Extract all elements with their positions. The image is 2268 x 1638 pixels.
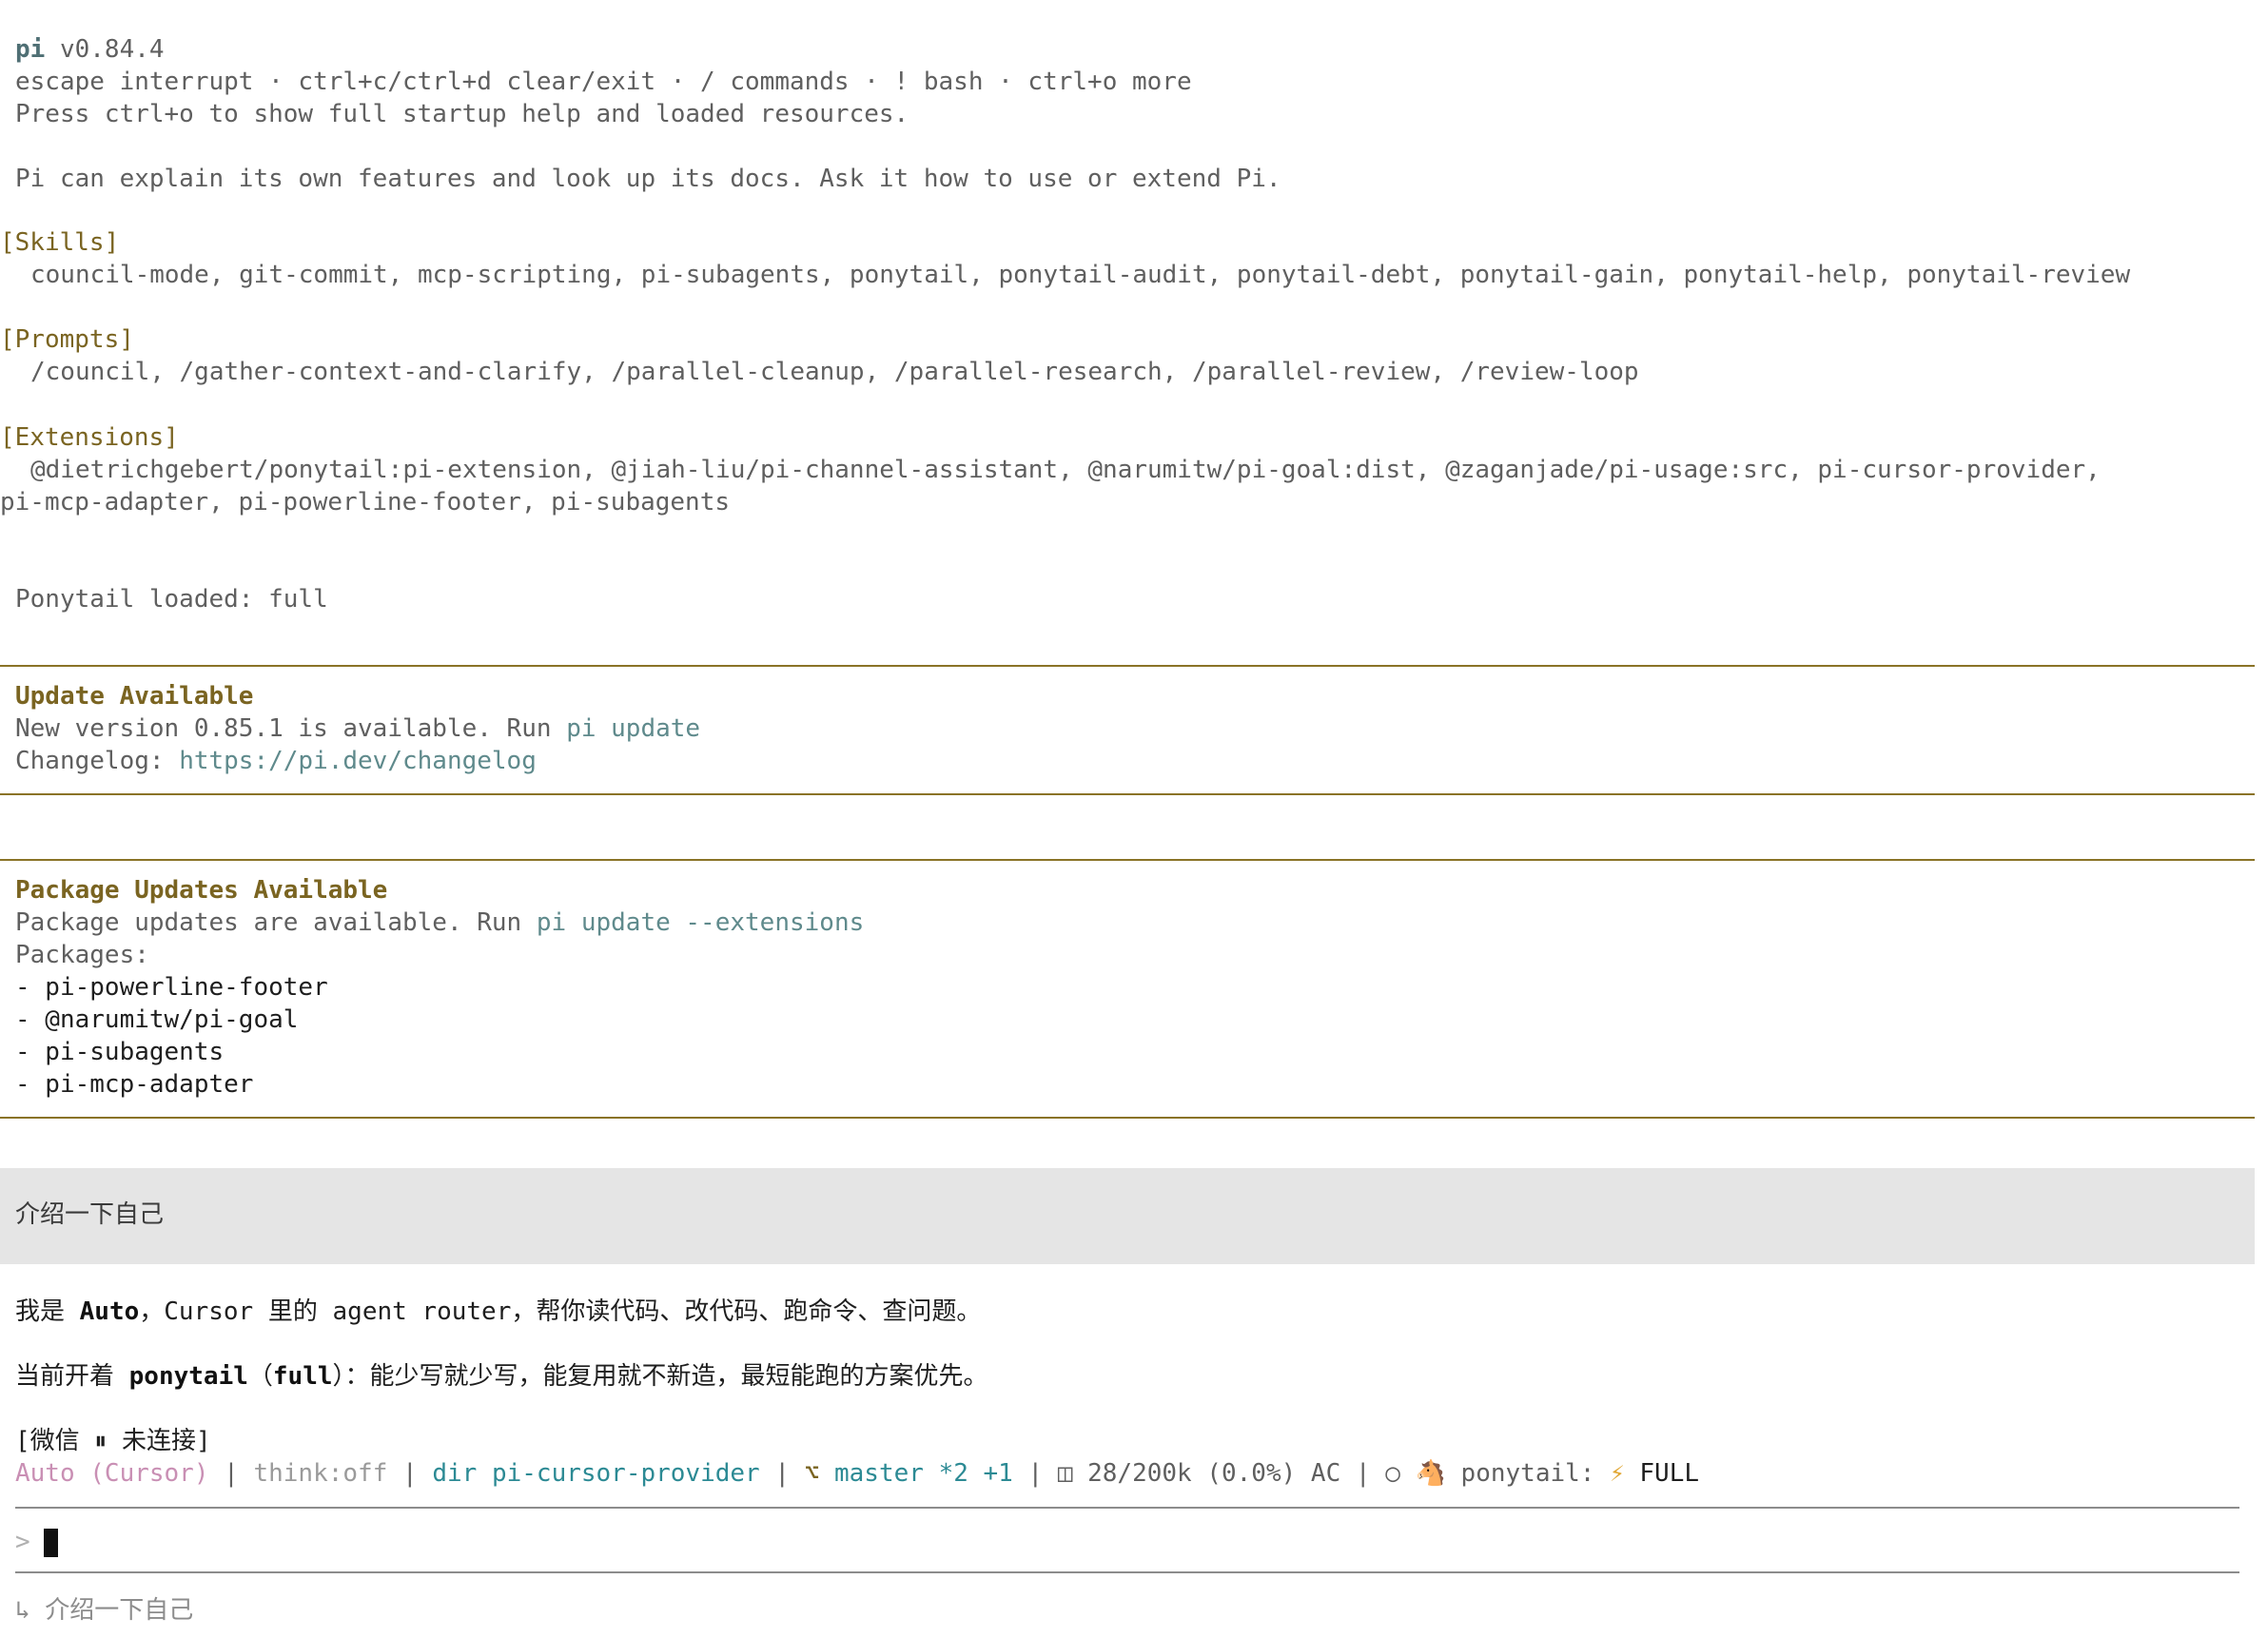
- ponytail-label: ponytail:: [1460, 1459, 1595, 1488]
- shortcut-hints: escape interrupt · ctrl+c/ctrl+d clear/e…: [15, 68, 1192, 96]
- reply-text: ）：能少写就少写，能复用就不新造，最短能跑的方案优先。: [332, 1362, 988, 1391]
- extensions-list-line1: @dietrichgebert/ponytail:pi-extension, @…: [30, 456, 2101, 484]
- model-indicator[interactable]: Auto (Cursor): [15, 1459, 209, 1488]
- prompt-input[interactable]: >: [15, 1526, 58, 1558]
- reply-text: 我是: [15, 1297, 80, 1326]
- intro-text: Pi can explain its own features and look…: [15, 165, 1281, 193]
- extensions-list-line2: pi-mcp-adapter, pi-powerline-footer, pi-…: [0, 488, 731, 517]
- input-bottom-border: [15, 1571, 2239, 1573]
- reply-bold-text: Auto: [79, 1297, 140, 1326]
- reply-text: 当前开着: [15, 1362, 129, 1391]
- changelog-label: Changelog:: [15, 747, 180, 775]
- circle-icon: ○: [1385, 1459, 1400, 1488]
- package-box-top-border: [0, 859, 2255, 861]
- packages-label: Packages:: [15, 941, 149, 969]
- status-separator: |: [208, 1459, 254, 1488]
- package-updates-message: Package updates are available. Run pi up…: [15, 907, 864, 939]
- think-indicator[interactable]: think:off: [253, 1459, 387, 1488]
- ponytail-status: Ponytail loaded: full: [15, 585, 328, 614]
- history-hint[interactable]: ↳ 介绍一下自己: [15, 1594, 193, 1627]
- status-separator: |: [1012, 1459, 1058, 1488]
- prompts-list: /council, /gather-context-and-clarify, /…: [30, 358, 1639, 386]
- text-cursor: [43, 1528, 58, 1557]
- reply-text: ，Cursor 里的 agent router，帮你读代码、改代码、跑命令、查问…: [139, 1297, 982, 1326]
- update-message-text: New version 0.85.1 is available. Run: [15, 714, 567, 743]
- package-item: - pi-mcp-adapter: [15, 1070, 254, 1099]
- update-box-bottom-border: [0, 793, 2255, 795]
- input-top-border: [15, 1507, 2239, 1509]
- pony-icon: 🐴: [1415, 1459, 1446, 1488]
- package-updates-command[interactable]: pi update --extensions: [537, 908, 864, 937]
- ponytail-mode: FULL: [1639, 1459, 1700, 1488]
- app-name: pi: [15, 35, 46, 64]
- update-message: New version 0.85.1 is available. Run pi …: [15, 712, 700, 745]
- app-version: v0.84.4: [59, 35, 165, 64]
- package-item: - pi-subagents: [15, 1038, 225, 1066]
- status-separator: |: [1340, 1459, 1386, 1488]
- header-title: pi v0.84.4: [15, 33, 165, 66]
- package-updates-title: Package Updates Available: [15, 876, 388, 905]
- changelog-link[interactable]: https://pi.dev/changelog: [179, 747, 537, 775]
- update-box-top-border: [0, 665, 2255, 667]
- update-command[interactable]: pi update: [566, 714, 700, 743]
- assistant-reply-line1: 我是 Auto，Cursor 里的 agent router，帮你读代码、改代码…: [15, 1296, 981, 1328]
- reply-bold-text: full: [272, 1362, 333, 1391]
- update-title: Update Available: [15, 682, 254, 711]
- reply-bold-text: ponytail: [128, 1362, 248, 1391]
- context-window-icon: ◫: [1057, 1459, 1073, 1488]
- lightning-icon: ⚡: [1610, 1459, 1625, 1488]
- startup-hint: Press ctrl+o to show full startup help a…: [15, 100, 909, 128]
- prompts-heading: [Prompts]: [0, 325, 134, 354]
- git-branch-icon: ⌥: [804, 1459, 820, 1488]
- skills-list: council-mode, git-commit, mcp-scripting,…: [30, 261, 2131, 289]
- reply-text: （: [247, 1362, 273, 1391]
- status-bar: Auto (Cursor) | think:off | dir pi-curso…: [15, 1457, 1699, 1490]
- package-item: - @narumitw/pi-goal: [15, 1005, 299, 1034]
- extensions-heading: [Extensions]: [0, 423, 179, 452]
- package-item: - pi-powerline-footer: [15, 973, 328, 1002]
- dir-name: pi-cursor-provider: [491, 1459, 760, 1488]
- git-branch-status: master *2 +1: [834, 1459, 1013, 1488]
- changelog-line: Changelog: https://pi.dev/changelog: [15, 745, 537, 777]
- status-separator: |: [759, 1459, 805, 1488]
- package-box-bottom-border: [0, 1117, 2255, 1119]
- prompt-symbol: >: [15, 1528, 30, 1556]
- assistant-reply-line2: 当前开着 ponytail（full）：能少写就少写，能复用就不新造，最短能跑的…: [15, 1360, 988, 1393]
- wechat-status: [微信 ⏸ 未连接]: [15, 1427, 211, 1455]
- context-usage: 28/200k (0.0%) AC: [1087, 1459, 1341, 1488]
- user-message-bubble: 介绍一下自己: [0, 1168, 2255, 1264]
- user-message-text: 介绍一下自己: [15, 1200, 165, 1229]
- skills-heading: [Skills]: [0, 228, 120, 257]
- status-separator: |: [387, 1459, 433, 1488]
- dir-label: dir: [432, 1459, 478, 1488]
- package-updates-message-text: Package updates are available. Run: [15, 908, 537, 937]
